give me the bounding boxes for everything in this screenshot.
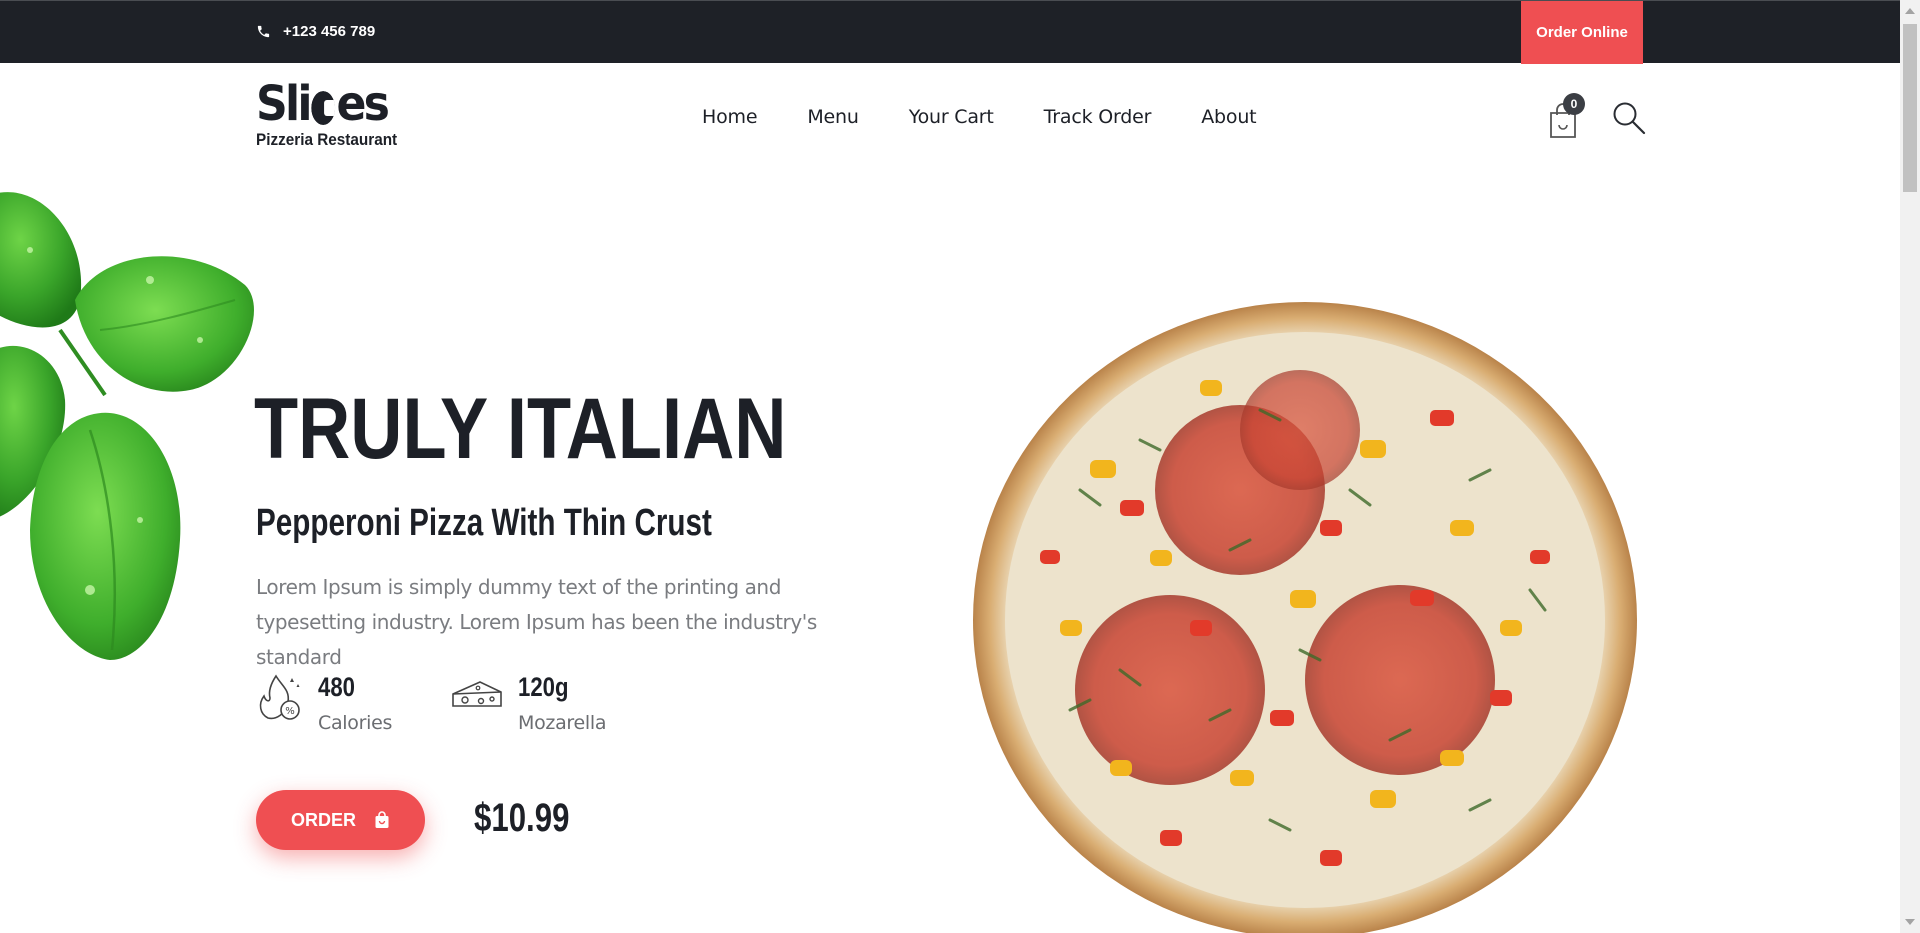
phone-icon [257, 25, 270, 38]
mozarella-value: 120g [518, 672, 569, 702]
nav-item-about[interactable]: About [1201, 106, 1256, 128]
price: $10.99 [474, 796, 570, 840]
search-button[interactable] [1612, 101, 1646, 135]
pizza-slice-logo-icon [311, 91, 336, 125]
nav-item-home[interactable]: Home [702, 106, 758, 128]
search-icon [1613, 102, 1646, 135]
logo-wordmark: Sli es [256, 78, 400, 130]
cart-button[interactable]: 0 [1546, 93, 1586, 138]
order-online-button[interactable]: Order Online [1521, 1, 1643, 64]
main-nav: Home Menu Your Cart Track Order About [702, 106, 1257, 128]
logo-subtitle: Pizzeria Restaurant [256, 130, 398, 149]
cart-count-badge: 0 [1563, 93, 1585, 115]
calories-value: 480 [318, 672, 355, 702]
hero-title: TRULY ITALIAN [254, 381, 787, 477]
pizza-image [973, 302, 1637, 933]
mozarella-label: Mozarella [518, 712, 607, 734]
nav-item-menu[interactable]: Menu [807, 106, 859, 128]
logo-text-end: es [336, 76, 389, 132]
scroll-up-arrow-icon[interactable] [1905, 8, 1915, 14]
phone-contact[interactable]: +123 456 789 [256, 23, 375, 40]
basil-leaves-image [0, 192, 254, 660]
page: +123 456 789 Order Online Sli es Pizzeria… [0, 0, 1920, 933]
phone-number: +123 456 789 [283, 23, 376, 40]
logo-text-start: Sli [256, 76, 313, 132]
top-bar: +123 456 789 Order Online [0, 0, 1900, 64]
nav-item-track-order[interactable]: Track Order [1044, 106, 1152, 128]
shopping-bag-icon [375, 811, 389, 828]
hero-subtitle: Pepperoni Pizza With Thin Crust [256, 502, 712, 544]
hero-description: Lorem Ipsum is simply dummy text of the … [256, 575, 817, 669]
svg-text:%: % [285, 706, 295, 717]
cheese-icon [452, 681, 502, 707]
scrollbar-thumb[interactable] [1903, 24, 1917, 192]
scroll-down-arrow-icon[interactable] [1905, 919, 1915, 925]
order-button-label: ORDER [290, 809, 356, 830]
calories-label: Calories [318, 712, 393, 734]
stat-calories: % 480 Calories [256, 672, 392, 734]
vertical-scrollbar[interactable] [1900, 0, 1920, 933]
stat-mozarella: 120g Mozarella [450, 672, 607, 734]
order-button[interactable]: ORDER [256, 790, 425, 850]
logo[interactable]: Sli es Pizzeria Restaurant [256, 78, 413, 150]
calories-icon: % [259, 674, 300, 720]
nav-item-your-cart[interactable]: Your Cart [909, 106, 994, 128]
